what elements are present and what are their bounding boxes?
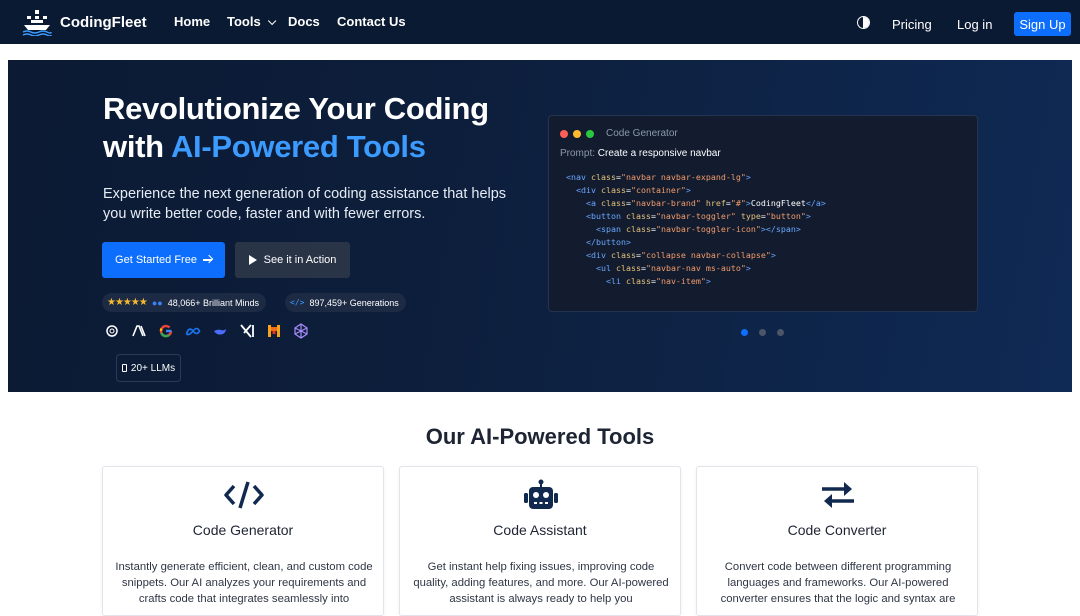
hero-subtitle: Experience the next generation of coding… (103, 186, 507, 222)
generated-code-block: <nav class="navbar navbar-expand-lg"> <d… (566, 171, 826, 288)
top-navbar: CodingFleet Home Tools Docs Contact Us P… (0, 0, 1080, 44)
carousel-indicators (741, 329, 784, 336)
nav-pricing-link[interactable]: Pricing (892, 17, 932, 32)
star-rating-icon: ★★★★★ (107, 297, 148, 308)
window-controls (560, 130, 594, 138)
tool-card-code-generator[interactable]: Code Generator Instantly generate effici… (102, 466, 384, 616)
users-count: 48,066+ Brilliant Minds (167, 297, 260, 308)
play-icon (248, 255, 257, 265)
code-line: <div class="collapse navbar-collapse"> (585, 250, 776, 260)
nav-tools-dropdown[interactable]: Tools (227, 14, 277, 29)
hero-section: Revolutionize Your Coding with AI-Powere… (8, 60, 1072, 392)
code-line: <span class="navbar-toggler-icon"></span… (595, 224, 801, 234)
tool-name: Code Generator (192, 522, 294, 538)
login-link[interactable]: Log in (957, 17, 992, 32)
hero-title-accent: AI-Powered Tools (170, 129, 426, 164)
mistral-icon (268, 325, 280, 337)
prompt-value: Create a responsive navbar (597, 148, 721, 159)
theme-toggle-icon[interactable] (857, 16, 870, 29)
code-brackets-icon: </> (290, 298, 305, 307)
get-started-label: Get Started Free (115, 254, 197, 266)
meta-icon (185, 327, 201, 336)
hero-title-with: with (103, 129, 171, 164)
chip-icon (121, 364, 127, 372)
tool-description: Instantly generate efficient, clean, and… (115, 561, 373, 605)
nav-tools-label: Tools (227, 14, 261, 29)
carousel-dot[interactable] (777, 329, 784, 336)
llm-logos-row (104, 323, 309, 339)
minimize-dot-icon (573, 130, 581, 138)
get-started-button[interactable]: Get Started Free (102, 242, 225, 278)
tools-section-heading: Our AI-Powered Tools (425, 424, 655, 449)
anthropic-icon (132, 325, 146, 337)
arrow-right-icon (202, 259, 212, 261)
nav-home-link[interactable]: Home (174, 14, 210, 29)
code-line: <button class="navbar-toggler" type="but… (585, 211, 811, 221)
carousel-dot[interactable] (741, 329, 748, 336)
carousel-dot[interactable] (759, 329, 766, 336)
deepseek-icon (214, 329, 226, 335)
robot-icon (524, 479, 558, 509)
see-in-action-button[interactable]: See it in Action (235, 242, 350, 278)
tool-card-code-assistant[interactable]: Code Assistant Get instant help fixing i… (399, 466, 681, 616)
code-line: <nav class="navbar navbar-expand-lg"> (566, 172, 751, 182)
code-icon (224, 481, 264, 509)
llm-count-badge[interactable]: 20+ LLMs (116, 354, 181, 382)
xai-icon (240, 324, 254, 338)
brand-link[interactable]: CodingFleet (22, 8, 147, 36)
code-line: <ul class="navbar-nav ms-auto"> (595, 263, 751, 273)
openai-icon (106, 325, 118, 337)
exchange-arrows-icon (822, 482, 854, 508)
users-rating-badge: ★★★★★ ●● 48,066+ Brilliant Minds (102, 293, 267, 312)
code-card-title: Code Generator (606, 128, 678, 139)
hero-title-line1: Revolutionize Your Coding (103, 91, 489, 126)
tool-description: Convert code between different programmi… (720, 561, 956, 605)
code-line: </button> (585, 237, 631, 247)
nav-contact-link[interactable]: Contact Us (337, 14, 406, 29)
google-icon (159, 324, 173, 338)
generations-count: 897,459+ Generations (309, 297, 399, 308)
signup-button[interactable]: Sign Up (1014, 12, 1071, 36)
code-card-prompt: Prompt: Create a responsive navbar (560, 148, 721, 159)
code-line: <li class="nav-item"> (605, 276, 711, 286)
tool-card-code-converter[interactable]: Code Converter Convert code between diff… (696, 466, 978, 616)
brand-name: CodingFleet (60, 13, 147, 31)
tool-name: Code Converter (787, 522, 887, 538)
generations-badge: </> 897,459+ Generations (285, 293, 406, 312)
see-in-action-label: See it in Action (263, 254, 337, 266)
code-line: <a class="navbar-brand" href="#">CodingF… (585, 198, 826, 208)
perplexity-icon (294, 323, 308, 339)
prompt-label: Prompt: (560, 148, 596, 159)
chevron-down-icon (267, 16, 277, 26)
llm-count-label: 20+ LLMs (130, 362, 176, 374)
maximize-dot-icon (586, 130, 594, 138)
tool-description: Get instant help fixing issues, improvin… (413, 561, 669, 605)
code-line: <div class="container"> (576, 185, 691, 195)
fleet-ship-logo-icon (22, 10, 52, 36)
code-preview-card: Code Generator Prompt: Create a responsi… (548, 115, 978, 312)
close-dot-icon (560, 130, 568, 138)
tool-name: Code Assistant (493, 522, 587, 538)
nav-docs-link[interactable]: Docs (288, 14, 320, 29)
hero-title: Revolutionize Your Coding with AI-Powere… (103, 90, 489, 166)
users-icon: ●● (151, 297, 163, 308)
